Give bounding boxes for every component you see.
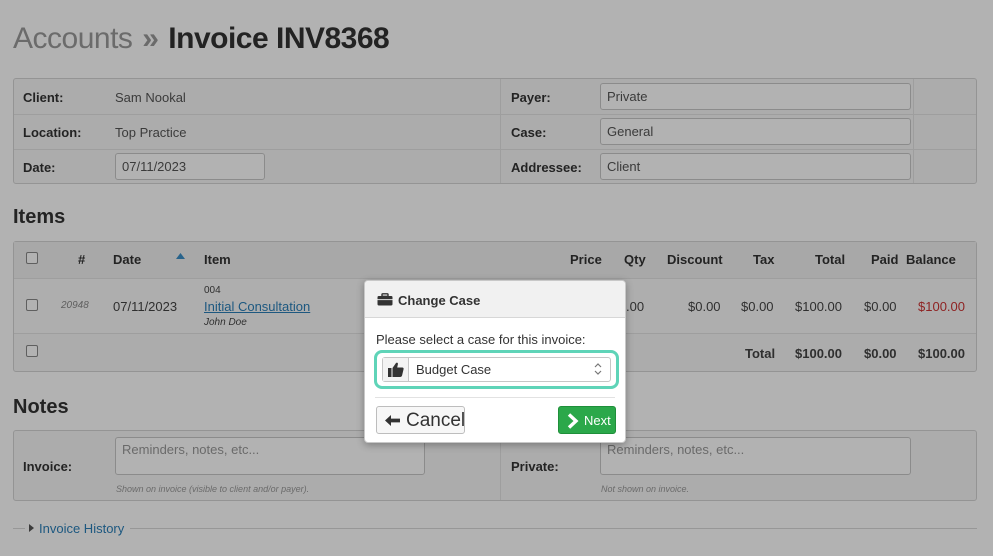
dialog-header: Change Case <box>365 281 625 318</box>
dialog-divider <box>375 397 615 398</box>
next-button-label: Next <box>584 413 611 428</box>
cancel-button-label: Cancel <box>406 410 466 431</box>
select-addon <box>383 358 409 381</box>
next-button[interactable]: Next <box>558 406 616 434</box>
case-select-value: Budget Case <box>416 362 492 377</box>
cancel-button[interactable]: Cancel <box>376 406 465 434</box>
dialog-title: Change Case <box>398 293 481 308</box>
modal-backdrop[interactable] <box>0 0 993 556</box>
arrow-left-icon <box>385 415 400 426</box>
case-select[interactable]: Budget Case <box>382 357 611 382</box>
select-arrows-icon <box>594 363 602 375</box>
thumbs-up-icon <box>388 362 404 377</box>
dialog-prompt: Please select a case for this invoice: <box>376 332 586 347</box>
change-case-dialog: Change Case Please select a case for thi… <box>364 280 626 443</box>
case-select-focus-ring: Budget Case <box>374 350 619 389</box>
briefcase-icon <box>377 293 393 306</box>
chevron-right-icon <box>567 413 579 429</box>
